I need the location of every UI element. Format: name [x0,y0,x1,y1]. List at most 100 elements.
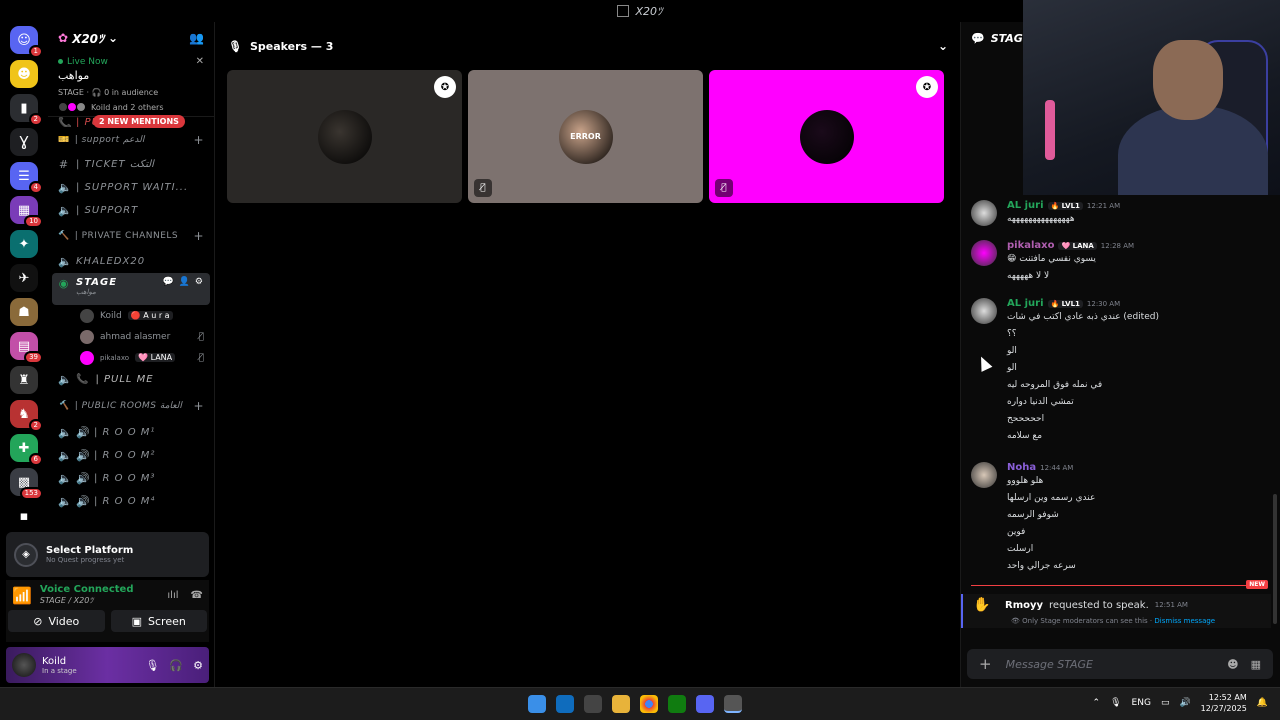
category-support[interactable]: 🎫 | support الدعم + [52,127,210,153]
discord-icon[interactable] [696,695,714,713]
server-icon[interactable]: ♜ [10,366,38,394]
stage-user[interactable]: Koild 🔴 A u r a [52,305,210,326]
video-button[interactable]: ⊘ Video [8,610,105,632]
server-glyph: ♞ [18,406,30,422]
apps-icon[interactable]: ▦ [1251,658,1261,671]
channel-khaledx20[interactable]: 🔈 KHALEDX20 [52,250,210,273]
start-icon[interactable] [528,695,546,713]
avatar[interactable] [971,462,997,488]
headphones-icon[interactable]: 🎧 [169,659,183,672]
server-icon[interactable]: ☻ [10,60,38,88]
message-author[interactable]: AL juri [1007,298,1044,309]
dismiss-link[interactable]: Dismiss message [1154,617,1215,625]
server-icon[interactable]: Ɣ [10,128,38,156]
category-public[interactable]: 🔨 | PUBLIC ROOMS العامة + [52,391,210,421]
folder-icon[interactable] [612,695,630,713]
server-icon[interactable]: ▤ 39 [10,332,43,364]
category-private[interactable]: 🔨 | PRIVATE CHANNELS + [52,222,210,250]
channel-room[interactable]: 🔈 🔊 | R O O M³ [52,467,210,490]
emoji-icon[interactable]: ☻ [1227,658,1238,671]
add-member-icon[interactable]: 👥 [189,31,204,45]
chrome-icon[interactable] [640,695,658,713]
voice-status[interactable]: Voice Connected [40,584,134,595]
invite-icon[interactable]: 👤 [179,277,191,287]
soundboard-icon[interactable]: ılıl [167,590,178,601]
server-icon[interactable]: ☰ 4 [10,162,43,194]
screen-button[interactable]: ▣ Screen [110,610,207,632]
message-author[interactable]: Noha [1007,462,1036,473]
message-author[interactable]: pikalaxo [1007,240,1054,251]
avatar[interactable] [12,653,36,677]
chat-icon[interactable]: 💬 [162,277,174,287]
request-note: Only Stage moderators can see this · [1022,617,1153,625]
chevron-down-icon[interactable]: ⌄ [938,39,948,53]
channel-room[interactable]: 🔈 🔊 | R O O M⁴ [52,490,210,513]
channel-support-waiting[interactable]: 🔈 | SUPPORT WAITI... [52,176,210,199]
user-tag: 🔴 A u r a [127,311,173,320]
xbox-icon[interactable] [668,695,686,713]
microphone-icon[interactable]: 🎙 [145,659,159,672]
request-text: requested to speak. [1049,599,1149,611]
channel-pull-me[interactable]: 🔈 📞 | PULL ME [52,368,210,391]
message-composer[interactable]: + Message STAGE ☻ ▦ [967,649,1273,679]
obs-icon[interactable] [724,695,742,713]
server-icon[interactable]: ▦ 10 [10,196,43,228]
network-icon[interactable]: ▭ [1161,698,1170,708]
plus-icon[interactable]: + [979,655,992,673]
speaker-tile[interactable]: ERROR 🎙̸ [468,70,703,203]
notification-icon[interactable]: 🔔 [1257,698,1268,708]
server-icon[interactable]: ▪ [10,502,38,530]
speaker-icon: 🔈 [58,472,73,485]
mentions-badge[interactable]: 2 NEW MENTIONS [93,115,185,128]
channel-room[interactable]: 🔈 🔊 | R O O M¹ [52,421,210,444]
server-icon[interactable]: ✈ [10,264,38,292]
stage-user[interactable]: pikalaxo 🩷 LANA 🎙̸ [52,347,210,368]
speaker-tile[interactable]: ✪ 🎙̸ [709,70,944,203]
channel-support[interactable]: 🔈 | SUPPORT [52,199,210,222]
close-icon[interactable]: ✕ [196,56,204,67]
channel-stage[interactable]: ◉ STAGE مواهب 💬 👤 ⚙ [52,273,210,305]
server-icon[interactable]: ✦ [10,230,38,258]
server-icon[interactable]: ✚ 6 [10,434,43,466]
window-icon [617,5,630,17]
clock[interactable]: 12:52 AM 12/27/2025 [1201,692,1247,714]
channel-room[interactable]: 🔈 🔊 | R O O M² [52,444,210,467]
avatar[interactable] [971,200,997,226]
live-status: Live Now [67,56,108,67]
new-badge: NEW [1246,580,1268,589]
channel-ticket[interactable]: # | TICKET التكت [52,153,210,176]
disconnect-icon[interactable]: ☎ [191,590,203,601]
outlook-icon[interactable] [556,695,574,713]
avatar[interactable] [971,240,997,266]
volume-icon[interactable]: 🔊 [1179,698,1190,708]
stage-user[interactable]: ahmad alasmer 🎙̸ [52,326,210,347]
server-icon[interactable]: ▮ 2 [10,94,43,126]
live-stage-card[interactable]: Live Now ✕ مواهب STAGE · 🎧 0 in audience … [48,54,214,117]
server-icon[interactable]: ♞ 2 [10,400,43,432]
message-input[interactable]: Message STAGE [1006,658,1093,671]
server-icon[interactable]: ▩ 153 [10,468,43,500]
settings-gear-icon[interactable]: ⚙ [193,659,203,672]
message-line: الو [1007,363,1017,373]
add-channel-icon[interactable]: + [193,229,204,243]
server-icon[interactable]: ☺ 1 [10,26,43,58]
chat-scrollbar[interactable] [1273,494,1277,624]
add-channel-icon[interactable]: + [193,133,204,147]
speaker-tile[interactable]: ✪ [227,70,462,203]
message-line: 😁 يسوي نفسي مافتنت [1007,254,1096,264]
gear-icon[interactable]: ⚙ [195,277,204,287]
language-indicator[interactable]: ENG [1132,698,1151,708]
request-user[interactable]: Rmoyy [1005,600,1043,611]
mini-avatar [76,102,86,112]
category-label: | PRIVATE CHANNELS [74,231,179,241]
store-icon[interactable] [584,695,602,713]
message-author[interactable]: AL juri [1007,200,1044,211]
quest-panel[interactable]: ◈ Select Platform No Quest progress yet [6,532,209,577]
request-time: 12:51 AM [1154,601,1188,609]
add-channel-icon[interactable]: + [193,399,204,413]
chevron-up-icon[interactable]: ⌃ [1093,698,1101,708]
server-header[interactable]: ✿ X20ﾂ ⌄ 👥 [48,22,214,54]
avatar[interactable] [971,298,997,324]
server-icon[interactable]: ☗ [10,298,38,326]
microphone-icon[interactable]: 🎙 [1110,698,1121,708]
